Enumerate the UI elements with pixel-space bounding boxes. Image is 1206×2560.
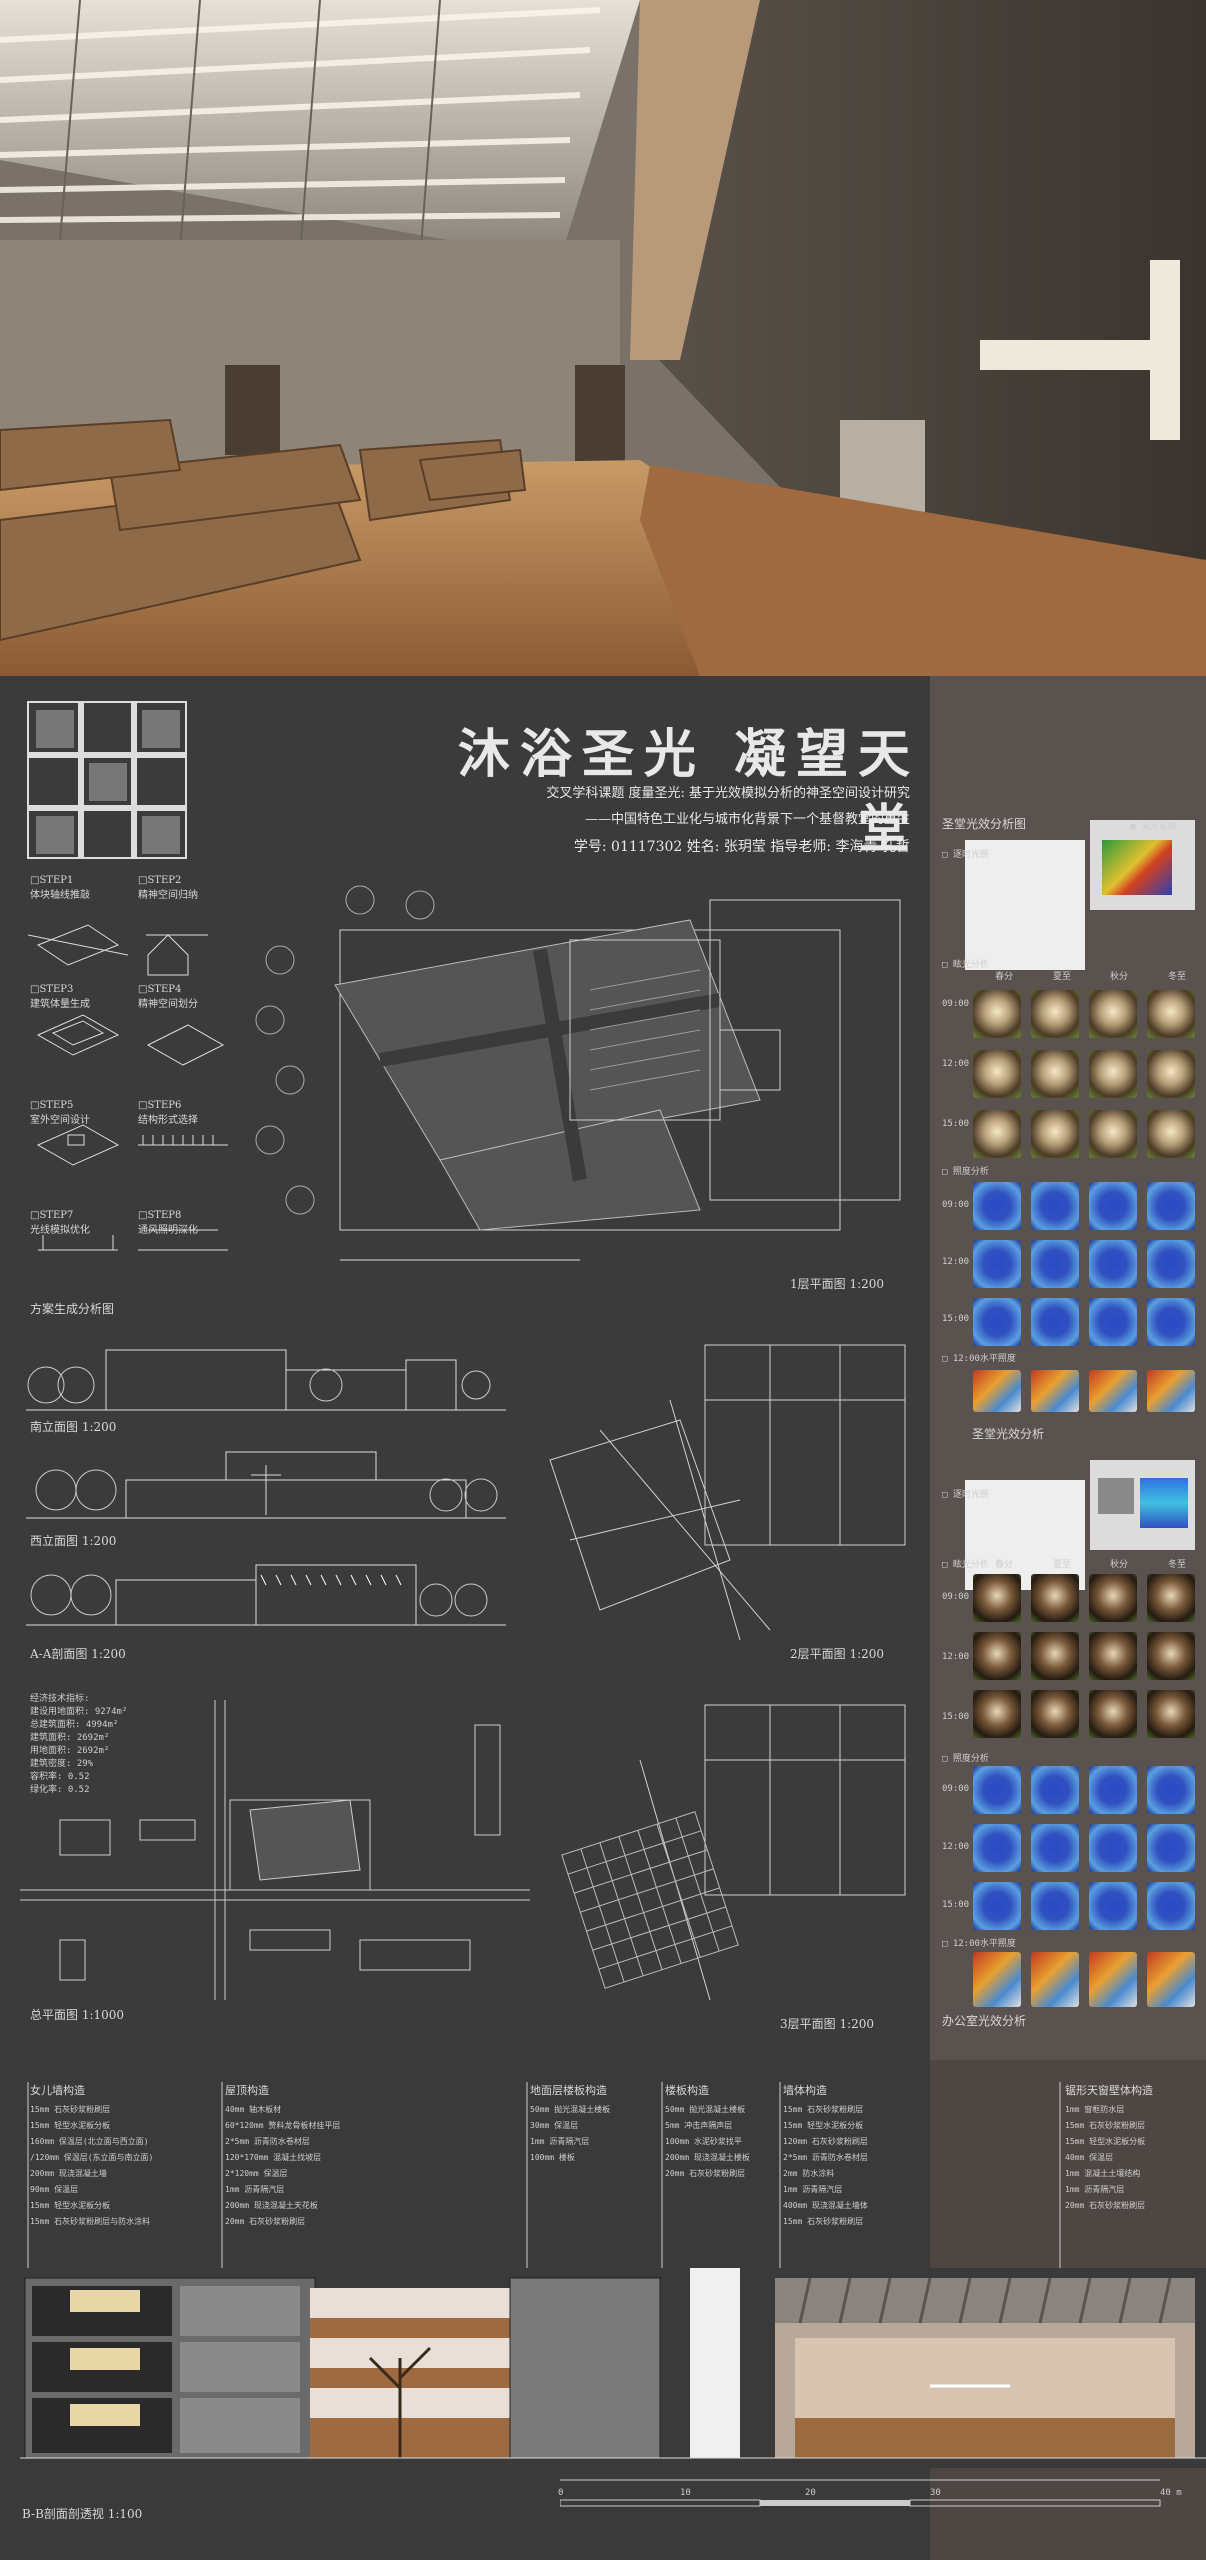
bb-section-label: B-B剖面剖透视 1:100 [22, 2507, 143, 2521]
plan1-label: 1层平面图 1:200 [790, 1277, 885, 1291]
season-1: 春分 [995, 972, 1014, 982]
season-1-office: 春分 [995, 1560, 1014, 1570]
scale-20: 20 [805, 2488, 816, 2498]
scale-0: 0 [558, 2488, 564, 2498]
time-15-ob: 15:00 [942, 1900, 970, 1910]
time-09-b: 09:00 [942, 1200, 970, 1210]
time-12-b: 12:00 [942, 1257, 970, 1267]
sub-illuminance-office: □ 照度分析 [942, 1754, 989, 1764]
step-label-2: □STEP2 精神空间归纳 [138, 875, 198, 901]
west-elevation-label: 西立面图 1:200 [30, 1534, 117, 1548]
first-floor-plan [255, 885, 901, 1261]
subtitle-line2: ——中国特色工业化与城市化背景下一个基督教堂的重生 [584, 812, 910, 827]
plan3-label: 3层平面图 1:200 [780, 2017, 875, 2031]
church-analysis-label: 圣堂光效分析 [972, 1427, 1045, 1441]
author-line: 学号: 01117302 姓名: 张玥莹 指导老师: 李海青 孔哲 [573, 839, 910, 855]
time-12: 12:00 [942, 1059, 970, 1069]
office-analysis-label: 办公室光效分析 [942, 2014, 1027, 2028]
bb-section-perspective [20, 2268, 1206, 2468]
time-15-b: 15:00 [942, 1314, 970, 1324]
aa-section-label: A-A剖面图 1:200 [30, 1647, 126, 1661]
church-light-title: 圣堂光效分析图 [942, 817, 1027, 831]
scale-30: 30 [930, 2488, 941, 2498]
site-plan-label: 总平面图 1:1000 [30, 2008, 125, 2022]
step-label-1: □STEP1 体块轴线推敲 [30, 875, 90, 901]
scale-40: 40 m [1160, 2488, 1182, 2498]
sub-noon-office: □ 12:00水平照度 [942, 1939, 1016, 1949]
time-15: 15:00 [942, 1119, 970, 1129]
time-12-o: 12:00 [942, 1652, 970, 1662]
south-elevation-label: 南立面图 1:200 [30, 1420, 117, 1434]
scheme-label: 方案生成分析图 [30, 1302, 115, 1316]
third-floor-plan [561, 1704, 906, 2001]
sub-glare: □ 眩光分析 [942, 960, 989, 970]
season-3: 秋分 [1110, 972, 1129, 982]
time-09-o: 09:00 [942, 1592, 970, 1602]
step-diagrams [28, 924, 228, 1251]
second-floor-plan [549, 1344, 906, 1641]
sub-hourly: □ 逐时光照 [942, 850, 989, 860]
sub-noon: □ 12:00水平照度 [942, 1354, 1016, 1364]
leader-lines [27, 2082, 1061, 2270]
plan2-label: 2层平面图 1:200 [790, 1647, 885, 1661]
sub-glare-office: □ 眩光分析 [942, 1560, 989, 1570]
time-12-ob: 12:00 [942, 1842, 970, 1852]
sub-illuminance: □ 照度分析 [942, 1167, 989, 1177]
sub-hourly-office: □ 逐时光照 [942, 1490, 989, 1500]
interior-render-image [0, 0, 1206, 676]
legend-label: ■ 采光系数 [1130, 822, 1177, 832]
season-2: 夏至 [1053, 972, 1072, 982]
site-plan [20, 1700, 530, 2000]
elevations [26, 1349, 506, 1626]
office-lightmap [1090, 1460, 1195, 1550]
season-3-office: 秋分 [1110, 1560, 1129, 1570]
time-15-o: 15:00 [942, 1712, 970, 1722]
time-09-ob: 09:00 [942, 1784, 970, 1794]
subtitle-line1: 交叉学科课题 度量圣光: 基于光效模拟分析的神圣空间设计研究 [546, 786, 910, 801]
season-4-office: 冬至 [1168, 1560, 1187, 1570]
hero-render [0, 0, 1206, 676]
section-scale-bar [560, 2479, 1161, 2507]
grid-diagram [27, 701, 187, 859]
scale-10: 10 [680, 2488, 691, 2498]
time-09: 09:00 [942, 999, 970, 1009]
season-2-office: 夏至 [1053, 1560, 1072, 1570]
season-4: 冬至 [1168, 972, 1187, 982]
